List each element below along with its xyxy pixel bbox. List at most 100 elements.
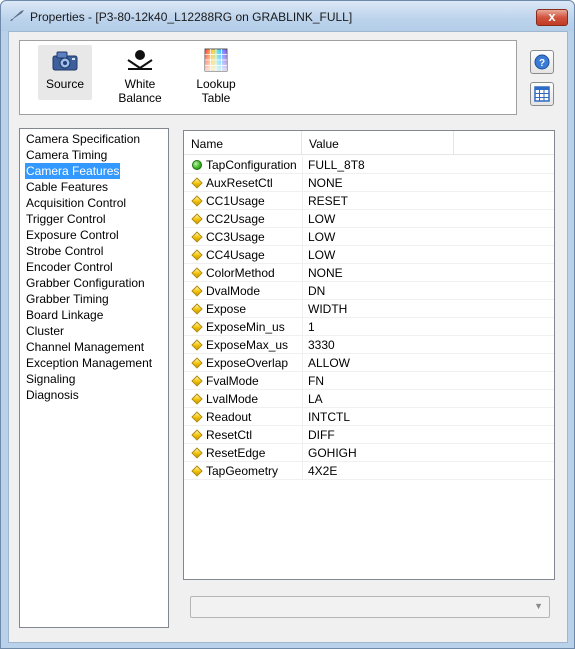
property-value[interactable]: 4X2E: [308, 462, 454, 480]
toolbar-source[interactable]: Source: [38, 45, 92, 100]
category-item[interactable]: Cluster: [25, 323, 168, 339]
column-divider: [302, 156, 303, 174]
category-item[interactable]: Grabber Configuration: [25, 275, 168, 291]
column-divider: [302, 336, 303, 354]
status-dot-icon: [192, 160, 202, 170]
category-item[interactable]: Camera Specification: [25, 131, 168, 147]
editable-diamond-icon: [191, 429, 203, 441]
page-toolbar: Source White Balance Lookup Table: [19, 40, 517, 115]
toolbar-lookup-table[interactable]: Lookup Table: [188, 45, 244, 111]
table-row[interactable]: ExposeMax_us 3330: [184, 336, 554, 354]
property-name: ExposeMin_us: [206, 320, 285, 334]
white-balance-icon: [127, 50, 153, 70]
help-button[interactable]: ?: [530, 50, 554, 74]
table-row[interactable]: FvalMode FN: [184, 372, 554, 390]
table-row[interactable]: ResetCtl DIFF: [184, 426, 554, 444]
property-table[interactable]: Name Value TapConfiguration FULL_8T8 AuxRe…: [183, 130, 555, 580]
property-name: TapGeometry: [206, 464, 279, 478]
property-value[interactable]: NONE: [308, 264, 454, 282]
category-item[interactable]: Encoder Control: [25, 259, 168, 275]
toolbar-label-white-balance: White Balance: [118, 77, 162, 105]
category-list[interactable]: Camera Specification Camera Timing Camera …: [19, 128, 169, 628]
table-row[interactable]: CC1Usage RESET: [184, 192, 554, 210]
property-name: CC2Usage: [206, 212, 265, 226]
help-icon: ?: [534, 54, 550, 70]
category-item[interactable]: Exposure Control: [25, 227, 168, 243]
property-value[interactable]: FULL_8T8: [308, 156, 454, 174]
category-item[interactable]: Camera Timing: [25, 147, 168, 163]
column-divider: [302, 354, 303, 372]
table-row[interactable]: CC2Usage LOW: [184, 210, 554, 228]
editable-diamond-icon: [191, 195, 203, 207]
category-item[interactable]: Strobe Control: [25, 243, 168, 259]
table-row[interactable]: TapConfiguration FULL_8T8: [184, 156, 554, 174]
table-row[interactable]: DvalMode DN: [184, 282, 554, 300]
category-item[interactable]: Board Linkage: [25, 307, 168, 323]
property-name: AuxResetCtl: [206, 176, 273, 190]
toolbar-white-balance[interactable]: White Balance: [112, 45, 168, 111]
category-item[interactable]: Cable Features: [25, 179, 168, 195]
column-divider: [302, 444, 303, 462]
camera-icon: [52, 51, 78, 71]
table-row[interactable]: CC3Usage LOW: [184, 228, 554, 246]
property-value[interactable]: RESET: [308, 192, 454, 210]
category-item[interactable]: Diagnosis: [25, 387, 168, 403]
table-view-button[interactable]: [530, 82, 554, 106]
property-value[interactable]: DIFF: [308, 426, 454, 444]
table-row[interactable]: AuxResetCtl NONE: [184, 174, 554, 192]
table-row[interactable]: CC4Usage LOW: [184, 246, 554, 264]
property-value[interactable]: LA: [308, 390, 454, 408]
category-item[interactable]: Exception Management: [25, 355, 168, 371]
property-value[interactable]: INTCTL: [308, 408, 454, 426]
toolbar-label-source: Source: [45, 77, 85, 91]
column-header-name[interactable]: Name: [184, 131, 302, 155]
category-item[interactable]: Camera Features: [25, 163, 121, 179]
chevron-down-icon: ▼: [534, 601, 543, 611]
category-item[interactable]: Channel Management: [25, 339, 168, 355]
table-row[interactable]: LvalMode LA: [184, 390, 554, 408]
category-item[interactable]: Signaling: [25, 371, 168, 387]
column-header-value[interactable]: Value: [302, 131, 454, 155]
table-row[interactable]: Expose WIDTH: [184, 300, 554, 318]
property-value[interactable]: WIDTH: [308, 300, 454, 318]
category-item[interactable]: Acquisition Control: [25, 195, 168, 211]
table-view-icon: [534, 86, 550, 102]
property-value[interactable]: LOW: [308, 210, 454, 228]
window-title: Properties - [P3-80-12k40_L12288RG on GR…: [30, 10, 353, 24]
column-divider: [302, 372, 303, 390]
property-value[interactable]: FN: [308, 372, 454, 390]
table-row[interactable]: ResetEdge GOHIGH: [184, 444, 554, 462]
table-row[interactable]: ColorMethod NONE: [184, 264, 554, 282]
title-bar[interactable]: Properties - [P3-80-12k40_L12288RG on GR…: [1, 1, 574, 31]
properties-window: Properties - [P3-80-12k40_L12288RG on GR…: [0, 0, 575, 649]
column-divider: [302, 462, 303, 480]
property-value[interactable]: 3330: [308, 336, 454, 354]
table-row[interactable]: Readout INTCTL: [184, 408, 554, 426]
category-item[interactable]: Grabber Timing: [25, 291, 168, 307]
property-name: Readout: [206, 410, 252, 424]
property-value[interactable]: 1: [308, 318, 454, 336]
table-row[interactable]: ExposeMin_us 1: [184, 318, 554, 336]
property-value[interactable]: LOW: [308, 228, 454, 246]
table-row[interactable]: ExposeOverlap ALLOW: [184, 354, 554, 372]
lookup-table-icon: [204, 48, 228, 72]
category-item[interactable]: Trigger Control: [25, 211, 168, 227]
property-value[interactable]: NONE: [308, 174, 454, 192]
property-value[interactable]: LOW: [308, 246, 454, 264]
editable-diamond-icon: [191, 411, 203, 423]
property-name: CC3Usage: [206, 230, 265, 244]
property-value[interactable]: ALLOW: [308, 354, 454, 372]
property-value[interactable]: DN: [308, 282, 454, 300]
editable-diamond-icon: [191, 357, 203, 369]
value-combobox[interactable]: ▼: [190, 596, 550, 618]
table-row[interactable]: TapGeometry 4X2E: [184, 462, 554, 480]
column-divider: [302, 426, 303, 444]
editable-diamond-icon: [191, 447, 203, 459]
property-name: ResetCtl: [206, 428, 253, 442]
editable-diamond-icon: [191, 321, 203, 333]
editable-diamond-icon: [191, 375, 203, 387]
close-button[interactable]: x: [536, 9, 568, 26]
property-value[interactable]: GOHIGH: [308, 444, 454, 462]
property-name: ExposeOverlap: [206, 356, 289, 370]
property-name: Expose: [206, 302, 247, 316]
